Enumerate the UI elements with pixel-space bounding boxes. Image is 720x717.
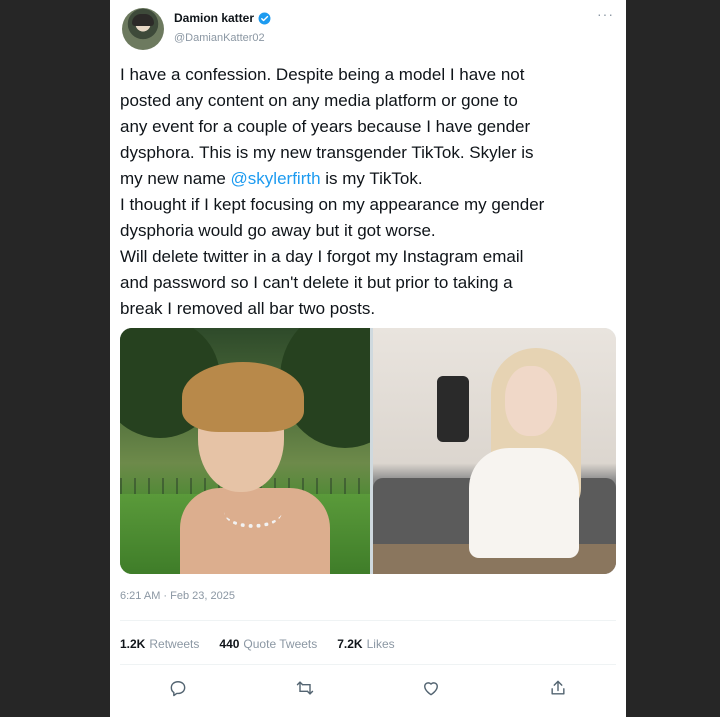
verified-badge-icon: [258, 12, 271, 25]
tweet-text-line: I have a confession. Despite being a mod…: [120, 65, 525, 84]
tweet-text-line-with-mention: my new name @skylerfirth is my TikTok.: [120, 166, 615, 192]
quote-tweets-label: Quote Tweets: [243, 637, 318, 651]
photo-person-hair: [182, 362, 304, 432]
tweet-card: Damion katter @DamianKatter02 ··· I have…: [110, 0, 626, 717]
avatar-hair: [132, 14, 154, 26]
author-handle[interactable]: @DamianKatter02: [174, 32, 265, 44]
tweet-actions: [168, 678, 568, 698]
media-photo-mirror-selfie[interactable]: [373, 328, 616, 574]
tweet-text-line: I thought if I kept focusing on my appea…: [120, 195, 545, 214]
tweet-text-line: posted any content on any media platform…: [120, 91, 518, 110]
photo-phone: [437, 376, 469, 442]
tweet-text-line: Will delete twitter in a day I forgot my…: [120, 247, 524, 266]
divider: [120, 620, 616, 621]
quote-tweets-stat[interactable]: 440 Quote Tweets: [219, 637, 317, 651]
tweet-text-fragment: my new name: [120, 169, 231, 188]
retweets-stat[interactable]: 1.2K Retweets: [120, 637, 199, 651]
author-name-row[interactable]: Damion katter: [174, 11, 271, 25]
likes-count: 7.2K: [337, 637, 363, 651]
media-photo-outdoor-portrait[interactable]: [120, 328, 370, 574]
like-icon[interactable]: [421, 678, 441, 698]
reply-icon[interactable]: [168, 678, 188, 698]
tweet-media-grid: [120, 328, 616, 574]
likes-label: Likes: [366, 637, 395, 651]
divider: [120, 664, 616, 665]
quote-tweets-count: 440: [219, 637, 240, 651]
retweets-label: Retweets: [149, 637, 200, 651]
tweet-text-line: break I removed all bar two posts.: [120, 299, 376, 318]
author-display-name[interactable]: Damion katter: [174, 11, 254, 25]
tweet-text-line: dysphoria would go away but it got worse…: [120, 221, 436, 240]
page-background: Damion katter @DamianKatter02 ··· I have…: [0, 0, 720, 717]
photo-necklace: [224, 496, 282, 528]
tweet-text-line: and password so I can't delete it but pr…: [120, 273, 513, 292]
photo-person-top: [469, 448, 579, 558]
tweet-timestamp[interactable]: 6:21 AM · Feb 23, 2025: [120, 590, 235, 602]
retweets-count: 1.2K: [120, 637, 146, 651]
mention-link[interactable]: @skylerfirth: [231, 169, 321, 188]
likes-stat[interactable]: 7.2K Likes: [337, 637, 394, 651]
more-icon[interactable]: ···: [597, 7, 614, 21]
tweet-header: Damion katter @DamianKatter02 ···: [122, 7, 614, 52]
retweet-icon[interactable]: [295, 678, 315, 698]
avatar[interactable]: [122, 8, 164, 50]
tweet-text-line: any event for a couple of years because …: [120, 117, 531, 136]
tweet-text: I have a confession. Despite being a mod…: [120, 62, 615, 322]
tweet-text-fragment: is my TikTok.: [320, 169, 423, 188]
share-icon[interactable]: [548, 678, 568, 698]
tweet-text-line: dysphora. This is my new transgender Tik…: [120, 143, 534, 162]
photo-person-face: [505, 366, 557, 436]
tweet-stats: 1.2K Retweets 440 Quote Tweets 7.2K Like…: [120, 637, 395, 651]
